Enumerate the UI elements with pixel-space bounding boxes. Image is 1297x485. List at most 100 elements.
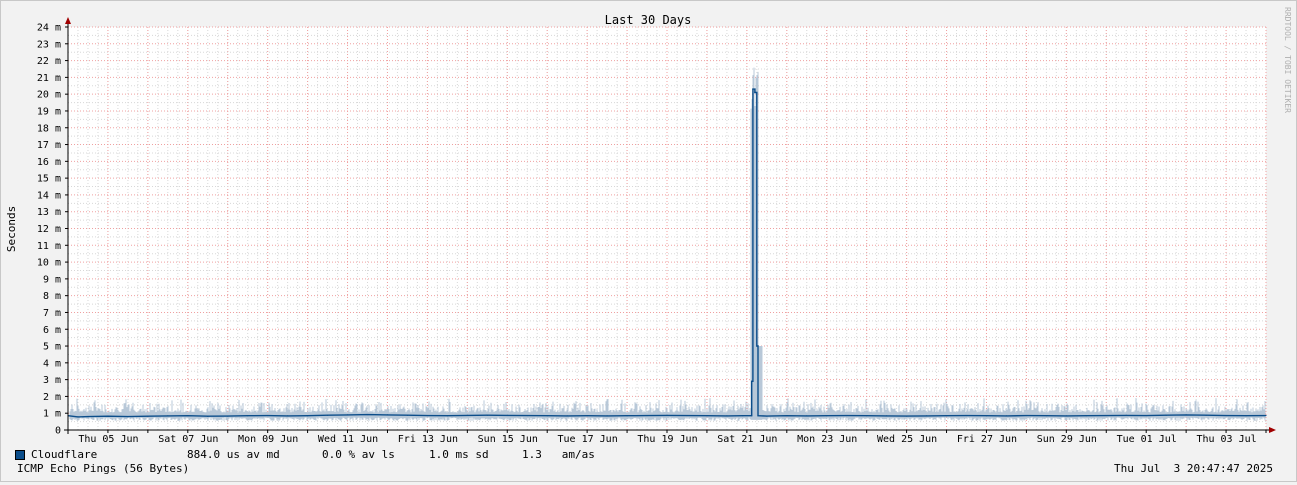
data-point	[886, 415, 888, 417]
data-point	[754, 88, 756, 90]
legend-loss: 0.0 % av ls	[322, 448, 395, 461]
x-tick-label: Tue 17 Jun	[558, 434, 618, 445]
data-point	[107, 415, 109, 417]
data-point	[742, 415, 744, 417]
data-point	[752, 380, 754, 382]
data-point	[1225, 414, 1227, 417]
data-point	[87, 415, 89, 418]
data-point	[706, 415, 708, 417]
footer-timestamp: Thu Jul 3 20:47:47 2025	[1114, 462, 1273, 475]
data-point	[386, 414, 389, 416]
data-point	[167, 415, 169, 417]
data-point	[326, 414, 329, 416]
data-point	[646, 414, 648, 417]
data-point	[1145, 414, 1147, 417]
data-point	[267, 414, 269, 417]
watermark: RRDTOOL / TOBI OETIKER	[1283, 7, 1292, 113]
data-point	[1065, 415, 1067, 417]
y-tick-label: 13 m	[37, 207, 61, 218]
data-point	[486, 414, 488, 416]
y-tick-label: 4 m	[43, 358, 61, 369]
graph-frame: 0 1 m 2 m 3 m 4 m 5 m 6 m 7 m 8 m 9 m 10 m 11 m 12 m…	[0, 0, 1297, 482]
data-point	[945, 415, 948, 417]
data-point	[752, 88, 754, 90]
data-point	[446, 415, 448, 417]
x-tick-label: Mon 09 Jun	[238, 434, 298, 445]
y-tick-label: 24 m	[37, 23, 61, 34]
data-point	[1025, 414, 1027, 417]
y-axis-arrow	[65, 17, 71, 24]
y-tick-label: 19 m	[37, 106, 61, 117]
data-point	[287, 415, 289, 417]
chart-title: Last 30 Days	[605, 13, 692, 27]
y-tick-label: 18 m	[37, 123, 61, 134]
data-point	[985, 415, 988, 417]
data-point	[1005, 415, 1008, 417]
data-point	[207, 415, 209, 417]
y-tick-label: 17 m	[37, 140, 61, 151]
data-point	[566, 415, 568, 417]
x-tick-label: Mon 23 Jun	[797, 434, 857, 445]
data-point	[506, 414, 508, 416]
y-tick-label: 12 m	[37, 224, 61, 235]
y-tick-label: 8 m	[43, 291, 61, 302]
x-tick-label: Wed 25 Jun	[877, 434, 937, 445]
y-tick-label: 7 m	[43, 308, 61, 319]
data-point	[626, 415, 628, 417]
data-point	[686, 414, 688, 417]
data-point	[965, 414, 968, 417]
y-tick-label: 20 m	[37, 90, 61, 101]
data-point	[726, 415, 728, 417]
data-point	[227, 415, 229, 417]
data-point	[754, 91, 756, 94]
data-point	[366, 413, 369, 416]
data-point	[806, 415, 808, 417]
data-point	[346, 414, 349, 416]
data-point	[466, 414, 468, 416]
y-tick-labels: 0 1 m 2 m 3 m 4 m 5 m 6 m 7 m 8 m 9 m 10 m 11 m 12 m…	[37, 23, 61, 437]
x-tick-label: Thu 05 Jun	[78, 434, 138, 445]
data-point	[1105, 414, 1107, 417]
data-point	[1165, 414, 1167, 416]
x-tick-label: Sun 15 Jun	[478, 434, 538, 445]
data-point	[606, 415, 608, 417]
data-point	[751, 415, 753, 417]
legend-swatch	[15, 450, 25, 460]
data-point	[846, 414, 848, 417]
x-tick-label: Fri 27 Jun	[957, 434, 1017, 445]
data-point	[866, 415, 868, 417]
data-point	[786, 415, 788, 417]
data-point	[751, 380, 753, 382]
y-tick-label: 3 m	[43, 375, 61, 386]
data-point	[1085, 415, 1087, 417]
x-axis-arrow	[1269, 427, 1276, 433]
grid	[67, 26, 1267, 430]
x-tick-label: Thu 03 Jul	[1196, 434, 1256, 445]
data-point	[1045, 415, 1047, 417]
y-tick-label: 23 m	[37, 39, 61, 50]
data-point	[1185, 414, 1187, 416]
data-point	[1245, 415, 1247, 417]
y-tick-label: 22 m	[37, 56, 61, 67]
data-point	[406, 414, 409, 416]
data-point	[247, 415, 249, 417]
data-point	[147, 415, 149, 417]
data-point	[1125, 414, 1127, 416]
legend-amas: 1.3 am/as	[522, 448, 595, 461]
data-point	[906, 415, 908, 417]
data-point	[426, 414, 428, 417]
data-point	[756, 91, 758, 94]
y-tick-label: 5 m	[43, 342, 61, 353]
y-tick-label: 0	[55, 426, 61, 437]
legend-series-name: Cloudflare	[31, 448, 98, 461]
y-tick-label: 14 m	[37, 190, 61, 201]
data-point	[586, 415, 588, 417]
y-tick-label: 21 m	[37, 73, 61, 84]
y-axis-label: Seconds	[5, 206, 18, 252]
x-tick-label: Tue 01 Jul	[1117, 434, 1177, 445]
data-point	[1205, 414, 1207, 416]
data-point	[526, 414, 528, 417]
data-point	[925, 415, 928, 417]
x-tick-label: Thu 19 Jun	[637, 434, 697, 445]
x-tick-label: Sat 07 Jun	[158, 434, 218, 445]
